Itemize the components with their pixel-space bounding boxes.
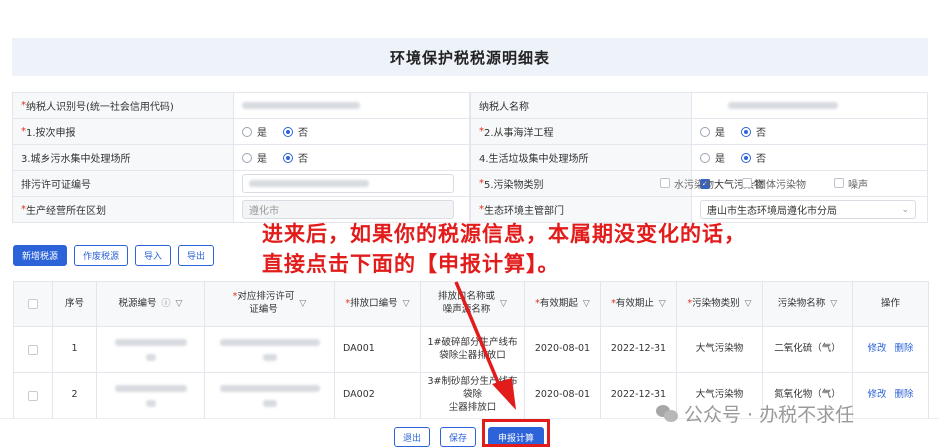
exit-button[interactable]: 退出 [394, 427, 430, 447]
save-button[interactable]: 保存 [440, 427, 476, 447]
watermark: 公众号 · 办税不求任 [656, 400, 854, 427]
wechat-icon [656, 405, 678, 422]
watermark-text: 公众号 · 办税不求任 [684, 404, 855, 426]
annotation-arrow [454, 281, 516, 410]
highlight-box [482, 419, 550, 447]
